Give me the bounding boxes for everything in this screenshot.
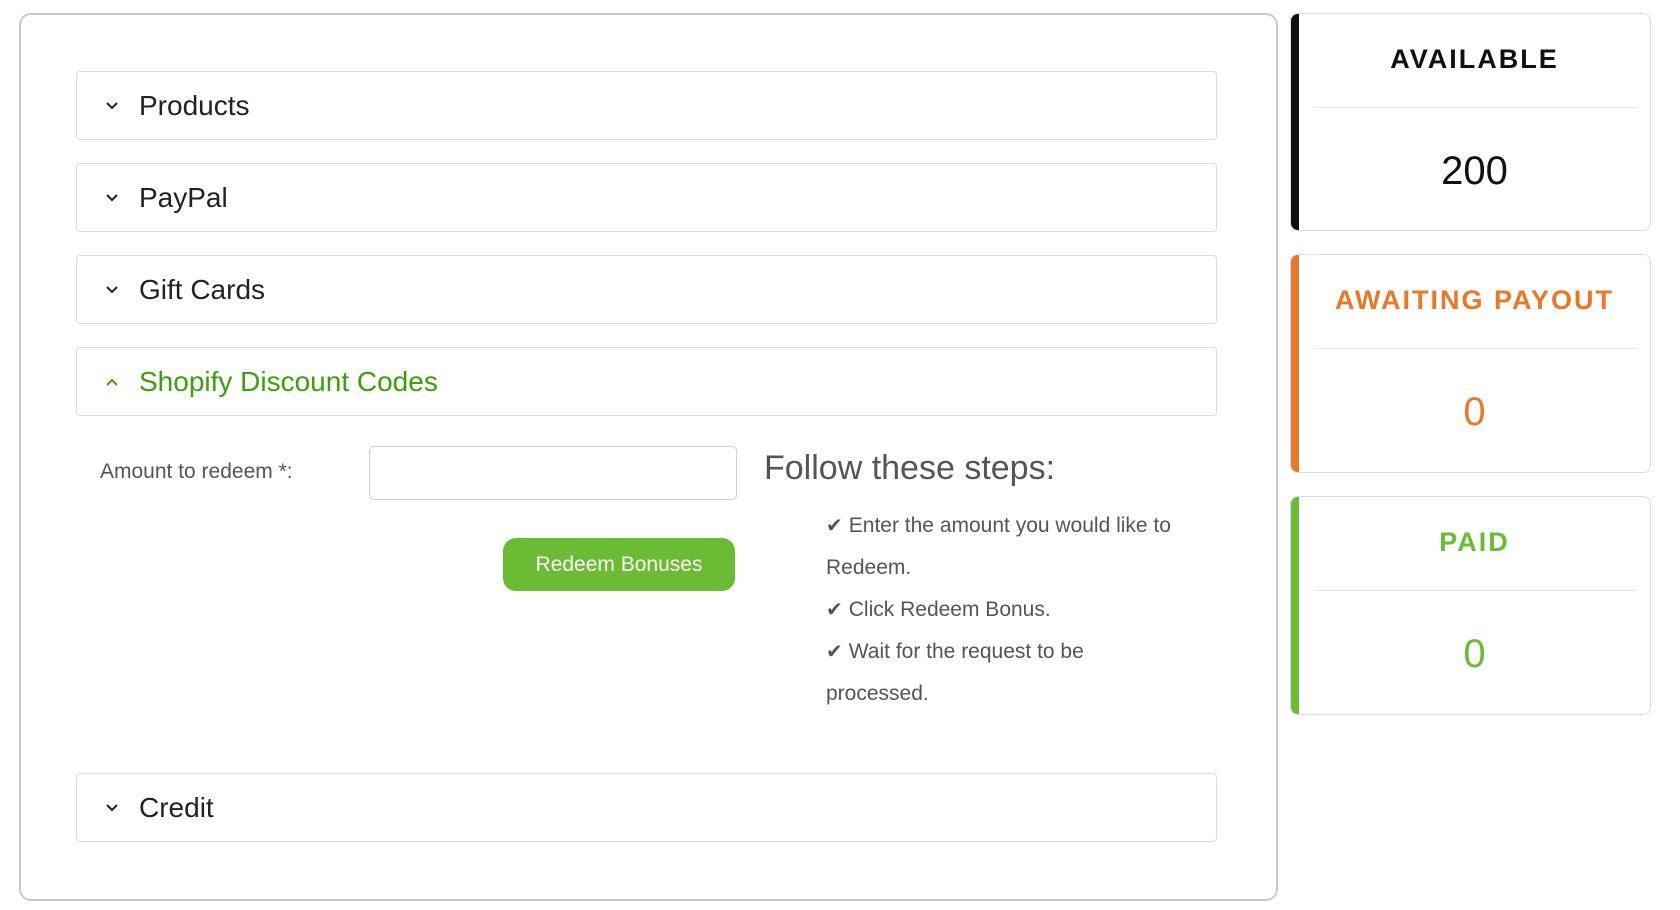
redeem-panel: Products PayPal Gift Cards Shopify Disco… [19, 13, 1278, 901]
accordion-paypal[interactable]: PayPal [76, 163, 1217, 232]
steps-list: ✔ Enter the amount you would like to Rede… [826, 505, 1186, 715]
accordion-gift-cards[interactable]: Gift Cards [76, 255, 1217, 324]
amount-label: Amount to redeem *: [100, 460, 293, 483]
divider [1315, 107, 1636, 108]
check-icon: ✔ [826, 641, 843, 663]
list-item: ✔ Enter the amount you would like to Rede… [826, 505, 1186, 589]
stat-value: 0 [1463, 632, 1486, 676]
steps-title: Follow these steps: [764, 449, 1056, 487]
amount-input[interactable] [369, 446, 737, 500]
stat-title: AWAITING PAYOUT [1334, 284, 1615, 315]
accordion-label: PayPal [139, 181, 228, 213]
chevron-down-icon [105, 283, 119, 297]
list-item: ✔ Wait for the request to be processed. [826, 631, 1186, 715]
divider [1315, 590, 1636, 591]
redeem-bonuses-button[interactable]: Redeem Bonuses [503, 538, 735, 591]
chevron-down-icon [105, 99, 119, 113]
accordion-shopify-discount-codes[interactable]: Shopify Discount Codes [76, 347, 1217, 416]
chevron-down-icon [105, 801, 119, 815]
accordion-label: Gift Cards [139, 273, 266, 305]
accordion-credit[interactable]: Credit [76, 773, 1217, 842]
accordion-label: Shopify Discount Codes [139, 365, 438, 397]
stat-card-paid: PAID 0 [1290, 496, 1651, 715]
accent-bar [1291, 497, 1299, 714]
accordion-label: Credit [139, 791, 214, 823]
check-icon: ✔ [826, 515, 843, 537]
chevron-up-icon [105, 375, 119, 389]
stat-title: AVAILABLE [1390, 43, 1559, 74]
accordion-products[interactable]: Products [76, 71, 1217, 140]
step-text: Click Redeem Bonus. [848, 598, 1051, 621]
stat-card-available: AVAILABLE 200 [1290, 13, 1651, 231]
accordion-label: Products [139, 89, 250, 121]
accent-bar [1291, 255, 1299, 472]
stat-card-awaiting-payout: AWAITING PAYOUT 0 [1290, 254, 1651, 473]
step-text: Wait for the request to be processed. [826, 640, 1084, 705]
divider [1315, 348, 1636, 349]
check-icon: ✔ [826, 599, 843, 621]
chevron-down-icon [105, 191, 119, 205]
stat-value: 200 [1441, 148, 1508, 193]
stat-value: 0 [1463, 390, 1486, 434]
step-text: Enter the amount you would like to Redee… [826, 514, 1171, 579]
list-item: ✔ Click Redeem Bonus. [826, 589, 1186, 631]
stat-title: PAID [1439, 526, 1510, 557]
accent-bar [1291, 14, 1299, 230]
